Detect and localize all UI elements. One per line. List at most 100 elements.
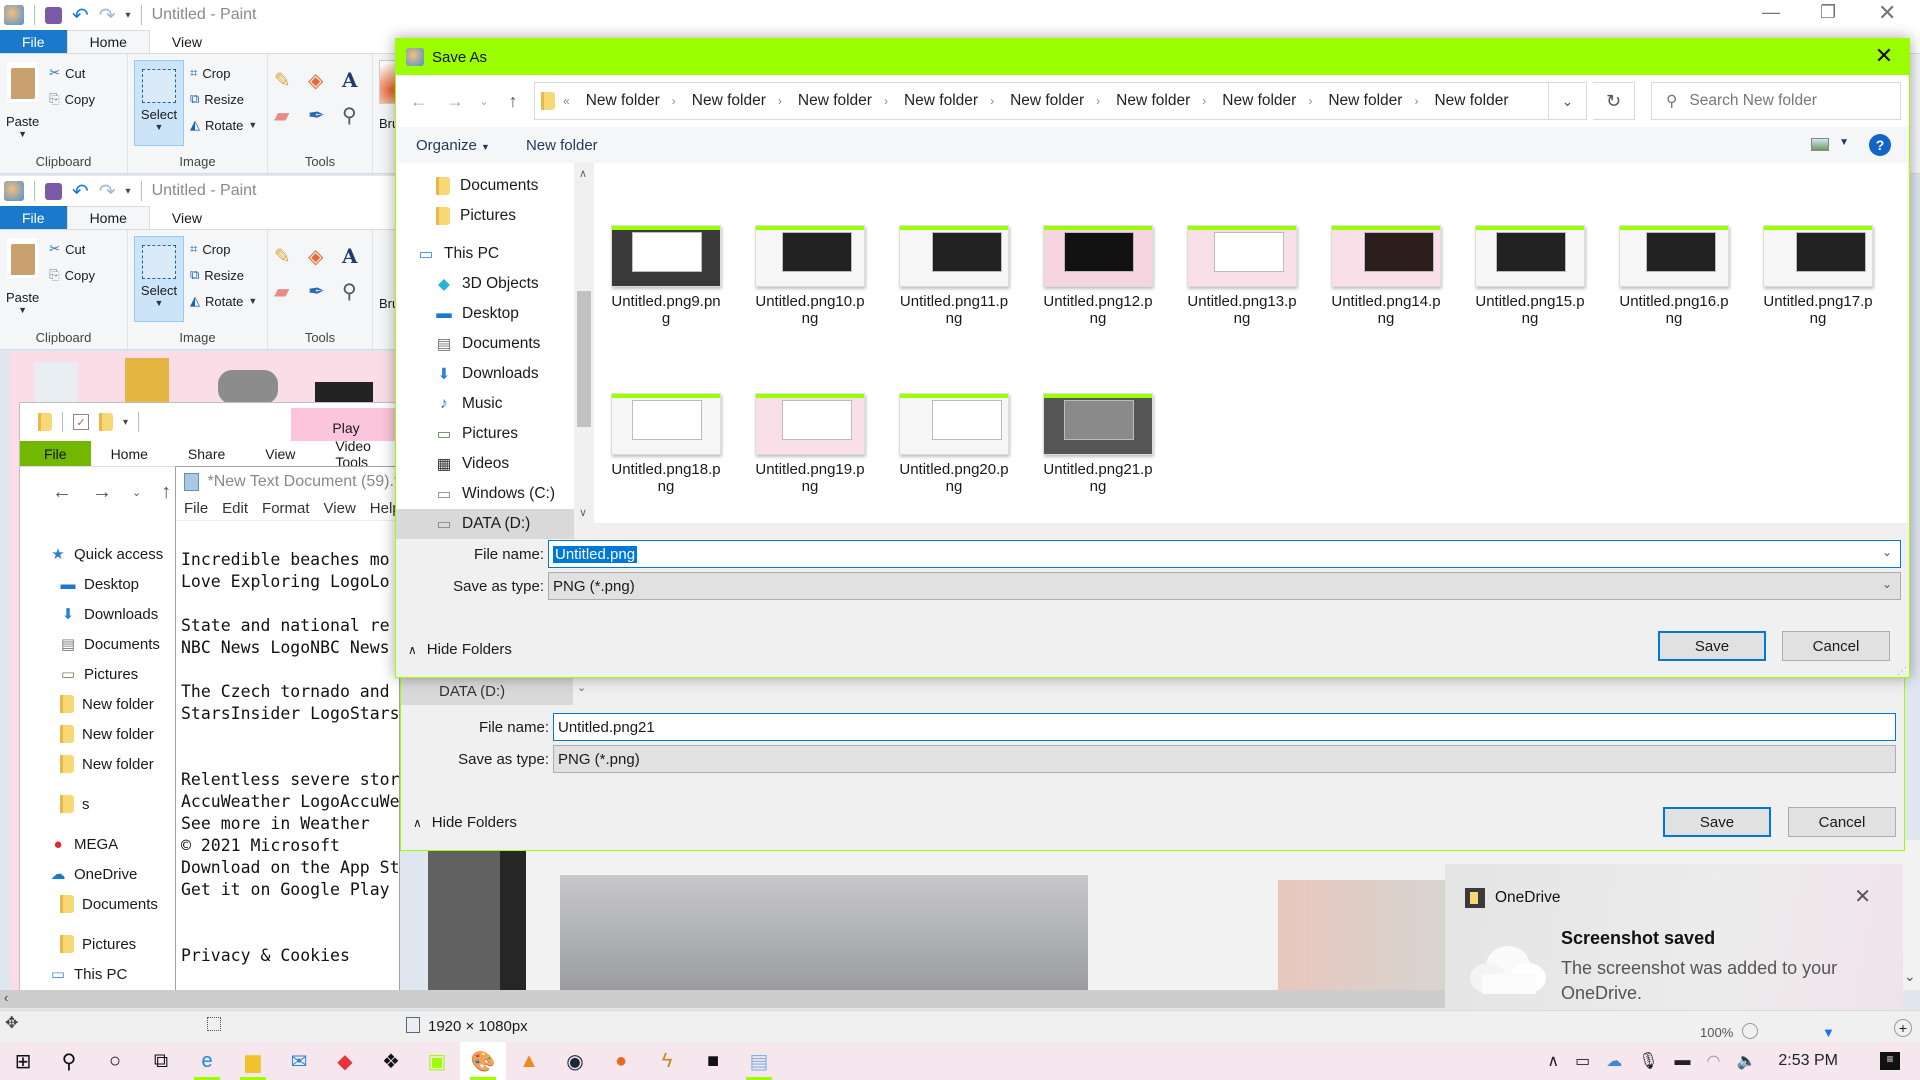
text-icon[interactable]: A (342, 68, 370, 93)
forward-icon[interactable]: → (440, 91, 470, 112)
crop-button[interactable]: ⌗ Crop (190, 60, 257, 86)
tab-view[interactable]: View (245, 441, 315, 466)
nav-item[interactable]: ▬ Desktop (396, 299, 574, 329)
tab-view[interactable]: View (150, 206, 224, 229)
breadcrumb-separator-icon[interactable]: › (664, 94, 684, 108)
breadcrumb-item[interactable]: New folder (896, 92, 982, 110)
nav-item[interactable]: ▭ Pictures (396, 419, 574, 449)
redo-icon[interactable]: ↷ (99, 3, 116, 28)
taskbar-winamp-icon[interactable]: ϟ (644, 1042, 690, 1080)
nav-item[interactable]: New folder (50, 749, 190, 779)
save-icon[interactable] (45, 182, 62, 200)
nav-item[interactable]: ⬇ Downloads (396, 359, 574, 389)
meet-now-icon[interactable]: ▭ (1575, 1051, 1590, 1071)
taskbar-nvidia-icon[interactable]: ■ (690, 1042, 736, 1080)
eraser-icon[interactable]: ▰ (274, 103, 302, 128)
undo-icon[interactable]: ↶ (72, 179, 89, 204)
clock[interactable]: 2:53 PM (1778, 1052, 1838, 1070)
zoom-slider-thumb[interactable]: ▼ (1822, 1025, 1835, 1040)
nav-item[interactable]: ▭ This PC (50, 959, 190, 989)
eraser-icon[interactable]: ▰ (274, 279, 302, 304)
taskbar-start-icon[interactable]: ⊞ (0, 1042, 46, 1080)
file-item[interactable]: Untitled.png9.pn g (604, 225, 728, 327)
file-item[interactable]: Untitled.png17.p ng (1756, 225, 1880, 327)
volume-icon[interactable]: 🔈 (1736, 1051, 1756, 1071)
recycle-bin-icon[interactable] (34, 362, 78, 404)
onedrive-notification[interactable]: OneDrive ✕ Screenshot saved The screensh… (1445, 864, 1903, 1028)
zoom-out-button[interactable] (1742, 1023, 1758, 1039)
file-item[interactable]: Untitled.png15.p ng (1468, 225, 1592, 327)
nav-item[interactable]: ▭ DATA (D:) (396, 509, 574, 539)
undo-icon[interactable]: ↶ (72, 3, 89, 28)
taskbar-dropbox-icon[interactable]: ❖ (368, 1042, 414, 1080)
nav-item[interactable]: Documents (50, 889, 190, 919)
scroll-down-icon[interactable]: ∨ (579, 506, 587, 519)
cancel-button[interactable]: Cancel (1788, 807, 1896, 837)
taskbar-mail-icon[interactable]: ✉ (276, 1042, 322, 1080)
taskbar-search-icon[interactable]: ⚲ (46, 1042, 92, 1080)
new-folder-icon[interactable] (99, 413, 113, 431)
taskbar-notepad-icon[interactable]: ▤ (736, 1042, 782, 1080)
breadcrumb-item[interactable]: New folder (1108, 92, 1194, 110)
breadcrumb-item[interactable]: New folder (1426, 92, 1512, 110)
nav-item[interactable]: ▬ Desktop (50, 569, 190, 599)
magnifier-icon[interactable]: ⚲ (342, 279, 370, 304)
breadcrumb-item[interactable]: New folder (578, 92, 664, 110)
scroll-down-icon[interactable]: ⌄ (1904, 968, 1916, 985)
hide-folders-toggle[interactable]: ∧ Hide Folders (413, 814, 517, 831)
nav-item[interactable]: ◆ 3D Objects (396, 269, 574, 299)
wifi-icon[interactable]: ◠ (1707, 1051, 1721, 1071)
address-dropdown-icon[interactable]: ⌄ (1548, 82, 1586, 120)
refresh-button[interactable]: ↻ (1593, 82, 1635, 120)
nav-item[interactable]: Documents (396, 171, 574, 201)
file-item[interactable]: Untitled.png19.p ng (748, 393, 872, 495)
onedrive-sync-icon[interactable]: ☁ (1606, 1051, 1622, 1071)
nav-item[interactable]: ▦ Videos (396, 449, 574, 479)
tab-home[interactable]: Home (91, 441, 168, 466)
new-folder-button[interactable]: New folder (526, 137, 598, 154)
file-item[interactable]: Untitled.png13.p ng (1180, 225, 1304, 327)
news-image-plate[interactable] (1278, 880, 1448, 990)
close-button[interactable]: ✕ (1878, 0, 1896, 26)
copy-button[interactable]: ⎘ Copy (49, 86, 95, 112)
taskbar-task-view-icon[interactable]: ⧉ (138, 1042, 184, 1080)
notepad-text-area[interactable]: Incredible beaches mo Love Exploring Logo… (176, 521, 399, 967)
address-bar[interactable]: « New folder › New folder › New folder › New f… (534, 82, 1587, 120)
chevron-down-icon[interactable]: ⌄ (1882, 545, 1892, 559)
taskbar-firefox-icon[interactable]: ● (598, 1042, 644, 1080)
taskbar-steam-icon[interactable]: ◉ (552, 1042, 598, 1080)
back-icon[interactable]: ← (52, 481, 72, 504)
file-item[interactable]: Untitled.png10.p ng (748, 225, 872, 327)
tab-view[interactable]: View (150, 30, 224, 53)
crop-button[interactable]: ⌗ Crop (190, 236, 257, 262)
action-center-icon[interactable]: ≡ (1880, 1052, 1900, 1070)
navigation-scrollbar[interactable]: ∧ ∨ (574, 163, 594, 523)
file-name-input[interactable]: Untitled.png21 (553, 713, 1896, 741)
maximize-button[interactable]: ❐ (1820, 2, 1836, 23)
tab-file[interactable]: File (0, 30, 67, 53)
resize-button[interactable]: ⧉ Resize (190, 86, 257, 112)
back-icon[interactable]: ← (404, 91, 434, 112)
rotate-button[interactable]: ◭ Rotate ▼ (190, 288, 257, 314)
pencil-icon[interactable]: ✎ (274, 244, 302, 269)
redo-icon[interactable]: ↷ (99, 179, 116, 204)
tab-home[interactable]: Home (66, 206, 150, 229)
nav-item[interactable]: ▤ Documents (396, 329, 574, 359)
breadcrumb-separator-icon[interactable]: › (1088, 94, 1108, 108)
customize-quick-access-icon[interactable]: ▾ (123, 417, 128, 428)
tab-file[interactable]: File (20, 441, 91, 466)
nav-item-data-drive[interactable]: DATA (D:) (439, 683, 505, 700)
file-item[interactable]: Untitled.png14.p ng (1324, 225, 1448, 327)
breadcrumb-item[interactable]: New folder (684, 92, 770, 110)
cut-button[interactable]: ✂ Cut (49, 236, 95, 262)
taskbar-app-red-icon[interactable]: ◆ (322, 1042, 368, 1080)
video-file-icon[interactable] (315, 382, 373, 404)
minimize-button[interactable]: — (1762, 2, 1780, 23)
save-type-select[interactable]: PNG (*.png) ⌄ (548, 572, 1901, 600)
nav-item[interactable]: ▭ This PC (396, 239, 574, 269)
news-image-building[interactable] (560, 875, 1088, 990)
color-picker-icon[interactable]: ✒ (308, 279, 336, 304)
close-icon[interactable]: ✕ (1854, 884, 1871, 909)
nav-item[interactable]: New folder (50, 719, 190, 749)
fill-icon[interactable]: ◈ (308, 68, 336, 93)
